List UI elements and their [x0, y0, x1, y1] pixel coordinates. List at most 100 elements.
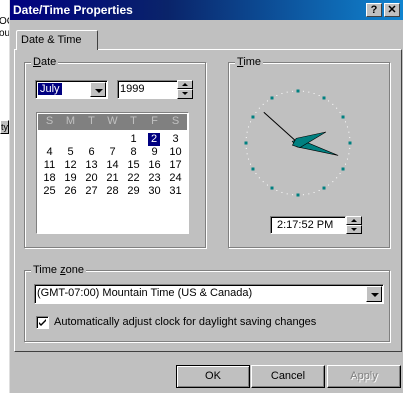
title-bar[interactable]: Date/Time Properties ? ✕: [10, 0, 403, 20]
minute-mark: [328, 100, 330, 102]
calendar-day[interactable]: 4: [39, 146, 60, 159]
spin-down-icon[interactable]: [346, 225, 362, 234]
calendar-weekday: T: [88, 115, 95, 127]
tab-date-time[interactable]: Date & Time: [16, 30, 98, 50]
minute-mark: [266, 184, 268, 186]
background-button[interactable]: ty: [0, 120, 9, 134]
hour-mark: [296, 193, 300, 197]
year-field[interactable]: 1999: [117, 80, 179, 99]
minute-mark: [245, 137, 247, 139]
hour-mark: [270, 96, 274, 100]
chevron-down-icon[interactable]: [90, 82, 106, 97]
hour-mark: [322, 186, 326, 190]
minute-mark: [339, 173, 341, 175]
minute-mark: [246, 153, 248, 155]
calendar-day[interactable]: 16: [144, 159, 165, 172]
checkmark-icon: [39, 319, 46, 326]
month-dropdown[interactable]: July: [35, 80, 108, 99]
minute-mark: [262, 103, 264, 105]
minute-mark: [318, 94, 320, 96]
minute-mark: [246, 131, 248, 133]
calendar-day[interactable]: 1: [123, 133, 144, 146]
calendar-day[interactable]: 21: [102, 172, 123, 185]
apply-button: Apply: [327, 365, 401, 388]
calendar-day[interactable]: 29: [123, 185, 144, 198]
calendar-day[interactable]: 6: [81, 146, 102, 159]
calendar-day[interactable]: 15: [123, 159, 144, 172]
minute-mark: [262, 181, 264, 183]
calendar-day[interactable]: 24: [165, 172, 186, 185]
dst-label[interactable]: Automatically adjust clock for daylight …: [54, 316, 316, 328]
year-value: 1999: [120, 83, 145, 95]
minute-mark: [248, 158, 250, 160]
calendar-day[interactable]: 20: [81, 172, 102, 185]
hour-mark: [270, 186, 274, 190]
calendar-day[interactable]: 10: [165, 146, 186, 159]
calendar-day[interactable]: 12: [60, 159, 81, 172]
minute-mark: [249, 163, 251, 165]
calendar-day[interactable]: 31: [165, 185, 186, 198]
minute-mark: [266, 100, 268, 102]
minute-mark: [332, 103, 334, 105]
month-value: July: [38, 83, 62, 95]
spin-up-icon[interactable]: [346, 216, 362, 225]
cancel-button[interactable]: Cancel: [251, 365, 325, 388]
calendar-weekday: S: [171, 115, 180, 127]
time-group-label: Time: [235, 56, 264, 68]
close-button[interactable]: ✕: [384, 3, 400, 17]
minute-mark: [302, 194, 304, 196]
date-group-label: Date: [31, 56, 59, 68]
dst-checkbox[interactable]: [36, 316, 49, 329]
minute-mark: [328, 184, 330, 186]
year-spinner[interactable]: [177, 80, 193, 99]
minute-mark: [348, 131, 350, 133]
calendar-grid[interactable]: S M T W T F S 1 2 3 4 5 6 7 8 9 10 11 12 13 14 15 16 17 18 19 20 21…: [36, 112, 189, 234]
timezone-dropdown[interactable]: (GMT-07:00) Mountain Time (US & Canada): [34, 284, 384, 304]
hour-mark: [244, 141, 248, 145]
calendar-day[interactable]: 8: [123, 146, 144, 159]
time-spinner[interactable]: [346, 216, 362, 234]
calendar-day[interactable]: 9: [144, 146, 165, 159]
minute-mark: [281, 93, 283, 95]
calendar-weekday: W: [107, 115, 118, 127]
spin-down-icon[interactable]: [177, 89, 193, 99]
hour-mark: [341, 167, 345, 171]
calendar-day[interactable]: 22: [123, 172, 144, 185]
hour-mark: [251, 115, 255, 119]
minute-mark: [281, 191, 283, 193]
calendar-day[interactable]: 25: [39, 185, 60, 198]
minute-mark: [255, 111, 257, 113]
minute-mark: [336, 107, 338, 109]
ok-button[interactable]: OK: [176, 365, 250, 388]
minute-mark: [313, 191, 315, 193]
calendar-day[interactable]: 19: [60, 172, 81, 185]
calendar-day[interactable]: 2: [148, 133, 160, 146]
minute-mark: [339, 111, 341, 113]
calendar-day[interactable]: 30: [144, 185, 165, 198]
calendar-day[interactable]: 26: [60, 185, 81, 198]
minute-mark: [348, 153, 350, 155]
calendar-day[interactable]: 5: [60, 146, 81, 159]
time-field[interactable]: 2:17:52 PM: [270, 216, 346, 234]
minute-mark: [318, 190, 320, 192]
minute-mark: [349, 147, 351, 149]
hour-mark: [251, 167, 255, 171]
calendar-day[interactable]: 27: [81, 185, 102, 198]
chevron-down-icon[interactable]: [366, 286, 382, 302]
calendar-day[interactable]: 3: [165, 133, 186, 146]
calendar-day[interactable]: 17: [165, 159, 186, 172]
minute-mark: [336, 177, 338, 179]
timezone-value: (GMT-07:00) Mountain Time (US & Canada): [37, 287, 253, 299]
calendar-day[interactable]: 14: [102, 159, 123, 172]
calendar-day[interactable]: 11: [39, 159, 60, 172]
calendar-day[interactable]: 28: [102, 185, 123, 198]
help-button[interactable]: ?: [366, 3, 382, 17]
minute-mark: [346, 126, 348, 128]
calendar-day[interactable]: 18: [39, 172, 60, 185]
calendar-day[interactable]: 13: [81, 159, 102, 172]
minute-mark: [249, 121, 251, 123]
calendar-day[interactable]: 7: [102, 146, 123, 159]
calendar-day[interactable]: 23: [144, 172, 165, 185]
spin-up-icon[interactable]: [177, 80, 193, 89]
minute-mark: [286, 91, 288, 93]
